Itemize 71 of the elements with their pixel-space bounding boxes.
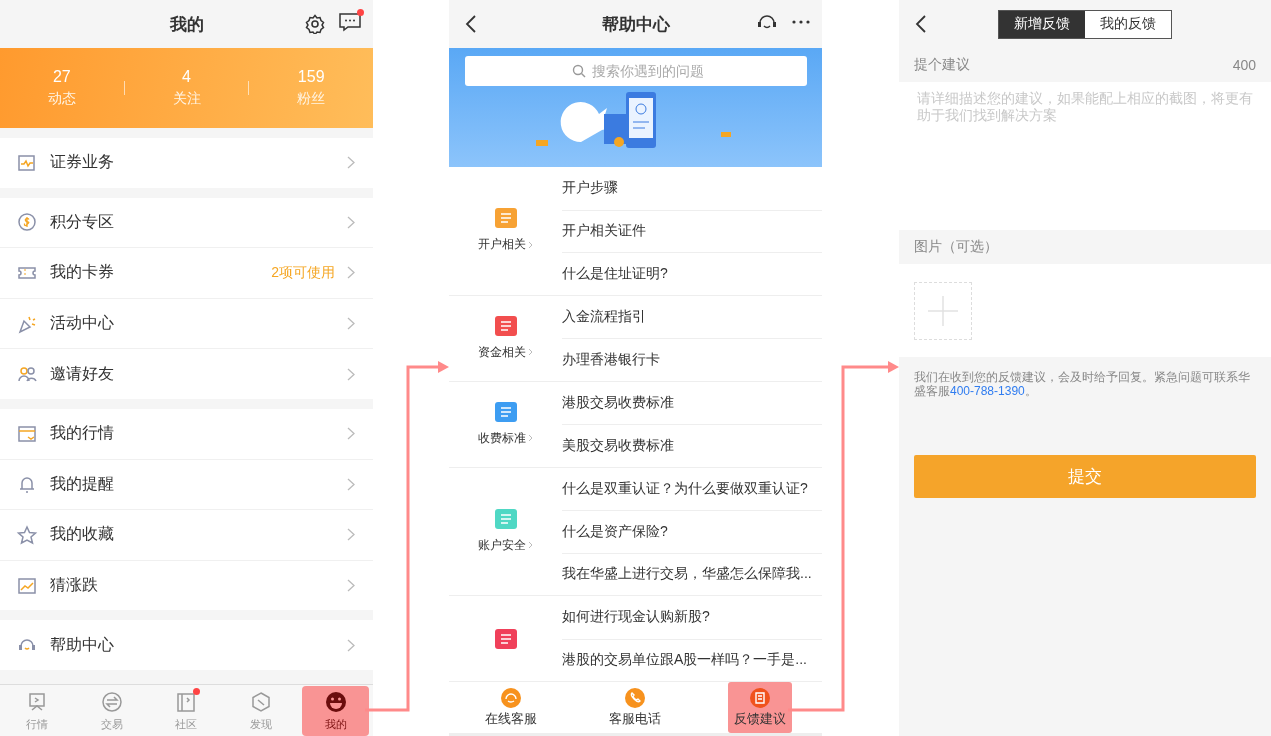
segment-tab[interactable]: 新增反馈: [999, 10, 1085, 38]
back-icon[interactable]: [465, 14, 477, 34]
question-item[interactable]: 美股交易收费标准: [562, 424, 822, 467]
category-link[interactable]: 开户相关: [478, 236, 533, 254]
book-icon: [175, 690, 198, 713]
back-icon[interactable]: [915, 14, 927, 34]
search-field[interactable]: 搜索你遇到的问题: [464, 56, 807, 86]
chevron-icon: [347, 266, 355, 280]
menu-item[interactable]: 活动中心: [0, 297, 373, 349]
smiley-icon: [324, 690, 347, 713]
segment-tab[interactable]: 我的反馈: [1085, 10, 1171, 38]
screen-title: 我的: [169, 13, 204, 36]
chevron-icon: [528, 434, 533, 442]
stat-value: 4: [182, 68, 191, 86]
question-item[interactable]: 什么是住址证明?: [562, 252, 822, 295]
field-label: 提个建议: [914, 56, 970, 74]
question-item[interactable]: 什么是资产保险?: [562, 510, 822, 553]
question-item[interactable]: 如何进行现金认购新股?: [562, 596, 822, 639]
category-link[interactable]: 资金相关: [478, 343, 533, 361]
chevron-icon: [347, 215, 355, 229]
chevron-icon: [347, 367, 355, 381]
question-item[interactable]: 开户步骤: [562, 167, 822, 210]
coin-icon: [16, 211, 38, 234]
chevron-icon: [347, 579, 355, 593]
menu-item[interactable]: 邀请好友: [0, 348, 373, 399]
chevron-icon: [347, 427, 355, 441]
stat-value: 159: [297, 68, 325, 86]
question-item[interactable]: 港股交易收费标准: [562, 381, 822, 424]
phone-link[interactable]: 400-788-1390: [950, 384, 1025, 398]
chevron-icon: [347, 156, 355, 170]
settings-icon[interactable]: [305, 14, 325, 34]
more-icon[interactable]: [792, 20, 810, 24]
category-link[interactable]: 收费标准: [478, 429, 533, 447]
message-icon: [749, 687, 770, 708]
action-button[interactable]: 在线客服: [479, 682, 544, 733]
question-item[interactable]: 开户相关证件: [562, 209, 822, 252]
menu-item[interactable]: 帮助中心: [0, 620, 373, 670]
field-label: 图片（可选）: [914, 238, 998, 256]
plus-icon: [928, 295, 958, 326]
question-item[interactable]: 什么是双重认证？为什么要做双重认证?: [562, 467, 822, 510]
menu-item[interactable]: 证券业务: [0, 138, 373, 188]
char-count: 400: [1232, 57, 1256, 73]
action-button[interactable]: 反馈建议: [727, 682, 792, 733]
tab-bar-item[interactable]: 我的: [302, 686, 369, 736]
phone-icon: [625, 687, 646, 708]
chevron-icon: [347, 638, 355, 652]
question-item[interactable]: 办理香港银行卡: [562, 338, 822, 381]
headset-icon: [501, 687, 522, 708]
chevron-icon: [347, 317, 355, 331]
exchange-icon: [100, 690, 123, 713]
chevron-icon: [528, 541, 533, 550]
menu-item[interactable]: 我的卡券 2项可使用: [0, 247, 373, 298]
menu-item[interactable]: 积分专区: [0, 197, 373, 248]
stat-value: 27: [52, 68, 71, 86]
menu-item[interactable]: 我的行情: [0, 408, 373, 459]
item-note: 2项可使用: [271, 264, 335, 282]
chevron-icon: [528, 240, 533, 249]
menu-item[interactable]: 我的收藏: [0, 509, 373, 560]
category-link[interactable]: 账户安全: [478, 536, 533, 554]
chevron-icon: [347, 477, 355, 491]
menu-item[interactable]: 猜涨跌: [0, 559, 373, 611]
hexagon-icon: [250, 690, 273, 713]
notice-text: 我们在收到您的反馈建议，会及时给予回复。紧急问题可联系华盛客服400-788-1390。: [913, 369, 1251, 400]
screen-title: 帮助中心: [601, 13, 670, 36]
action-button[interactable]: 客服电话: [603, 682, 668, 733]
chevron-icon: [347, 528, 355, 542]
star-icon: [16, 523, 38, 546]
question-item[interactable]: 我在华盛上进行交易，华盛怎么保障我...: [562, 552, 822, 595]
menu-item[interactable]: 我的提醒: [0, 458, 373, 510]
chevron-icon: [528, 348, 533, 356]
question-item[interactable]: 入金流程指引: [562, 295, 822, 338]
